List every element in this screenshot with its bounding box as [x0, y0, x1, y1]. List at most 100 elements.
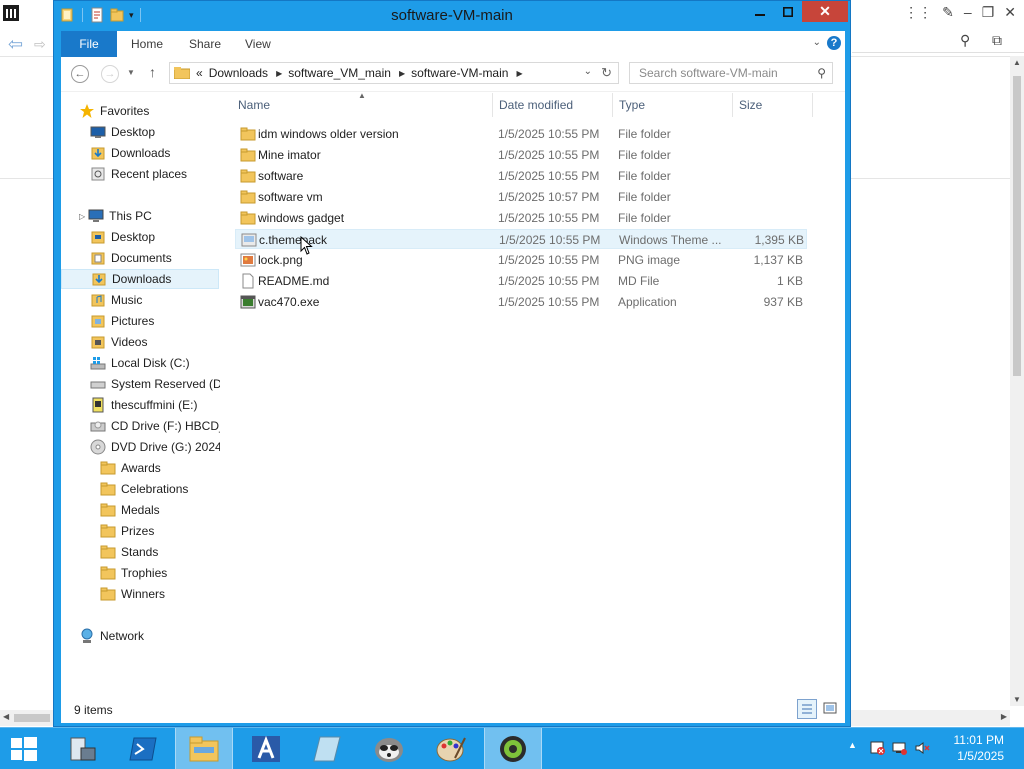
- file-row[interactable]: vac470.exe 1/5/2025 10:55 PM Application…: [235, 292, 807, 312]
- show-hidden-icons-icon[interactable]: ▲: [848, 740, 857, 750]
- taskbar-server-manager[interactable]: [52, 728, 110, 769]
- taskbar-paint-app[interactable]: [422, 728, 480, 769]
- address-bar[interactable]: « Downloads ▶ software_VM_main ▶ softwar…: [169, 62, 619, 84]
- taskbar-app-a[interactable]: [237, 728, 295, 769]
- file-row[interactable]: c.themepack 1/5/2025 10:55 PM Windows Th…: [235, 229, 807, 249]
- breadcrumb-overflow[interactable]: «: [196, 66, 203, 80]
- help-button[interactable]: ?: [827, 36, 841, 50]
- column-header-date[interactable]: Date modified: [499, 93, 573, 117]
- tab-share[interactable]: Share: [177, 31, 233, 57]
- clock[interactable]: 11:01 PM 1/5/2025: [954, 732, 1004, 764]
- file-row[interactable]: idm windows older version 1/5/2025 10:55…: [235, 124, 807, 144]
- network-status-icon[interactable]: [892, 740, 908, 756]
- restore-icon[interactable]: ❐: [982, 4, 995, 21]
- minimize-icon[interactable]: –: [964, 4, 972, 21]
- column-separator[interactable]: [612, 93, 613, 117]
- nav-dvd-awards[interactable]: Awards: [100, 458, 220, 478]
- breadcrumb-chevron-icon[interactable]: ▶: [516, 69, 522, 78]
- taskbar-gear-app[interactable]: [484, 728, 542, 769]
- title-bar[interactable]: ▾ software-VM-main ✕: [54, 1, 850, 31]
- page-icon[interactable]: ⧉: [992, 32, 1002, 49]
- forward-arrow-icon[interactable]: ⇨: [34, 36, 46, 53]
- nav-pc-system-reserved[interactable]: System Reserved (D:: [90, 374, 220, 394]
- grid-icon[interactable]: ⋮⋮: [904, 4, 932, 21]
- back-arrow-icon[interactable]: ⇦: [8, 34, 23, 55]
- breadcrumb-software-vm-main[interactable]: software_VM_main: [288, 66, 391, 80]
- forward-button[interactable]: →: [101, 65, 119, 83]
- column-header-type[interactable]: Type: [619, 93, 645, 117]
- nav-dvd-stands[interactable]: Stands: [100, 542, 220, 562]
- nav-pc-dvd-drive[interactable]: DVD Drive (G:) 20241: [90, 437, 220, 457]
- nav-dvd-medals[interactable]: Medals: [100, 500, 220, 520]
- tab-file[interactable]: File: [61, 31, 117, 57]
- nav-pc-documents[interactable]: Documents: [90, 248, 220, 268]
- minimize-button[interactable]: [746, 1, 774, 22]
- breadcrumb-chevron-icon[interactable]: ▶: [399, 69, 405, 78]
- file-row[interactable]: windows gadget 1/5/2025 10:55 PM File fo…: [235, 208, 807, 228]
- search-icon[interactable]: ⚲: [960, 32, 970, 49]
- column-separator[interactable]: [812, 93, 813, 117]
- volume-muted-icon[interactable]: [914, 740, 930, 756]
- scroll-down-icon[interactable]: ▼: [1013, 695, 1021, 704]
- file-row[interactable]: Mine imator 1/5/2025 10:55 PM File folde…: [235, 145, 807, 165]
- nav-pc-desktop[interactable]: Desktop: [90, 227, 220, 247]
- scroll-thumb[interactable]: [1013, 76, 1021, 376]
- taskbar-tablet-app[interactable]: [298, 728, 356, 769]
- address-history-icon[interactable]: ⌄: [584, 66, 592, 77]
- breadcrumb-downloads[interactable]: Downloads: [209, 66, 268, 80]
- nav-favorites-downloads[interactable]: Downloads: [90, 143, 220, 163]
- large-icons-view-button[interactable]: [821, 699, 841, 719]
- nav-pc-pictures[interactable]: Pictures: [90, 311, 220, 331]
- details-view-button[interactable]: [797, 699, 817, 719]
- file-row[interactable]: software vm 1/5/2025 10:57 PM File folde…: [235, 187, 807, 207]
- app-menu-icon[interactable]: [3, 5, 19, 21]
- nav-dvd-prizes[interactable]: Prizes: [100, 521, 220, 541]
- scroll-right-icon[interactable]: ▶: [1001, 712, 1007, 721]
- nav-pc-downloads[interactable]: Downloads: [61, 269, 219, 289]
- up-button[interactable]: ↑: [149, 64, 156, 80]
- file-row[interactable]: lock.png 1/5/2025 10:55 PM PNG image 1,1…: [235, 250, 807, 270]
- start-button[interactable]: [10, 736, 38, 762]
- nav-favorites-recent[interactable]: Recent places: [90, 164, 220, 184]
- expand-ribbon-icon[interactable]: ⌄: [813, 37, 821, 48]
- vertical-scrollbar[interactable]: ▲ ▼: [1010, 56, 1024, 706]
- nav-dvd-celebrations[interactable]: Celebrations: [100, 479, 220, 499]
- refresh-icon[interactable]: ↻: [601, 65, 612, 81]
- nav-pc-thescuffmini[interactable]: thescuffmini (E:): [90, 395, 220, 415]
- column-separator[interactable]: [732, 93, 733, 117]
- back-button[interactable]: ←: [71, 65, 89, 83]
- nav-pc-cd-drive[interactable]: CD Drive (F:) HBCD_: [90, 416, 220, 436]
- nav-favorites[interactable]: Favorites: [79, 101, 219, 121]
- nav-dvd-trophies[interactable]: Trophies: [100, 563, 220, 583]
- nav-this-pc[interactable]: ▷ This PC: [79, 206, 219, 226]
- nav-favorites-desktop[interactable]: Desktop: [90, 122, 220, 142]
- file-row[interactable]: README.md 1/5/2025 10:55 PM MD File 1 KB: [235, 271, 807, 291]
- nav-pc-videos[interactable]: Videos: [90, 332, 220, 352]
- nav-pc-local-disk-c[interactable]: Local Disk (C:): [90, 353, 220, 373]
- file-row[interactable]: software 1/5/2025 10:55 PM File folder: [235, 166, 807, 186]
- search-icon[interactable]: ⚲: [817, 63, 826, 83]
- column-header-size[interactable]: Size: [739, 93, 762, 117]
- nav-dvd-winners[interactable]: Winners: [100, 584, 220, 604]
- taskbar-powershell[interactable]: [114, 728, 172, 769]
- taskbar-file-explorer[interactable]: [175, 728, 233, 769]
- scroll-left-icon[interactable]: ◀: [3, 712, 9, 721]
- scroll-thumb[interactable]: [14, 714, 50, 722]
- tab-view[interactable]: View: [233, 31, 283, 57]
- close-icon[interactable]: ✕: [1004, 4, 1016, 21]
- nav-network[interactable]: Network: [79, 626, 219, 646]
- tab-home[interactable]: Home: [119, 31, 175, 57]
- breadcrumb-current[interactable]: software-VM-main: [411, 66, 508, 80]
- maximize-button[interactable]: [774, 1, 802, 22]
- nav-pc-music[interactable]: Music: [90, 290, 220, 310]
- close-button[interactable]: ✕: [802, 1, 848, 22]
- tools-icon[interactable]: ✎: [942, 4, 954, 21]
- breadcrumb-chevron-icon[interactable]: ▶: [276, 69, 282, 78]
- column-header-name[interactable]: Name: [238, 93, 270, 117]
- search-input[interactable]: Search software-VM-main ⚲: [629, 62, 833, 84]
- expand-icon[interactable]: ▷: [79, 212, 85, 221]
- taskbar-raccoon-app[interactable]: [360, 728, 418, 769]
- background-search-bar[interactable]: ⚲ ⧉: [852, 30, 1024, 53]
- column-separator[interactable]: [492, 93, 493, 117]
- scroll-up-icon[interactable]: ▲: [1013, 58, 1021, 67]
